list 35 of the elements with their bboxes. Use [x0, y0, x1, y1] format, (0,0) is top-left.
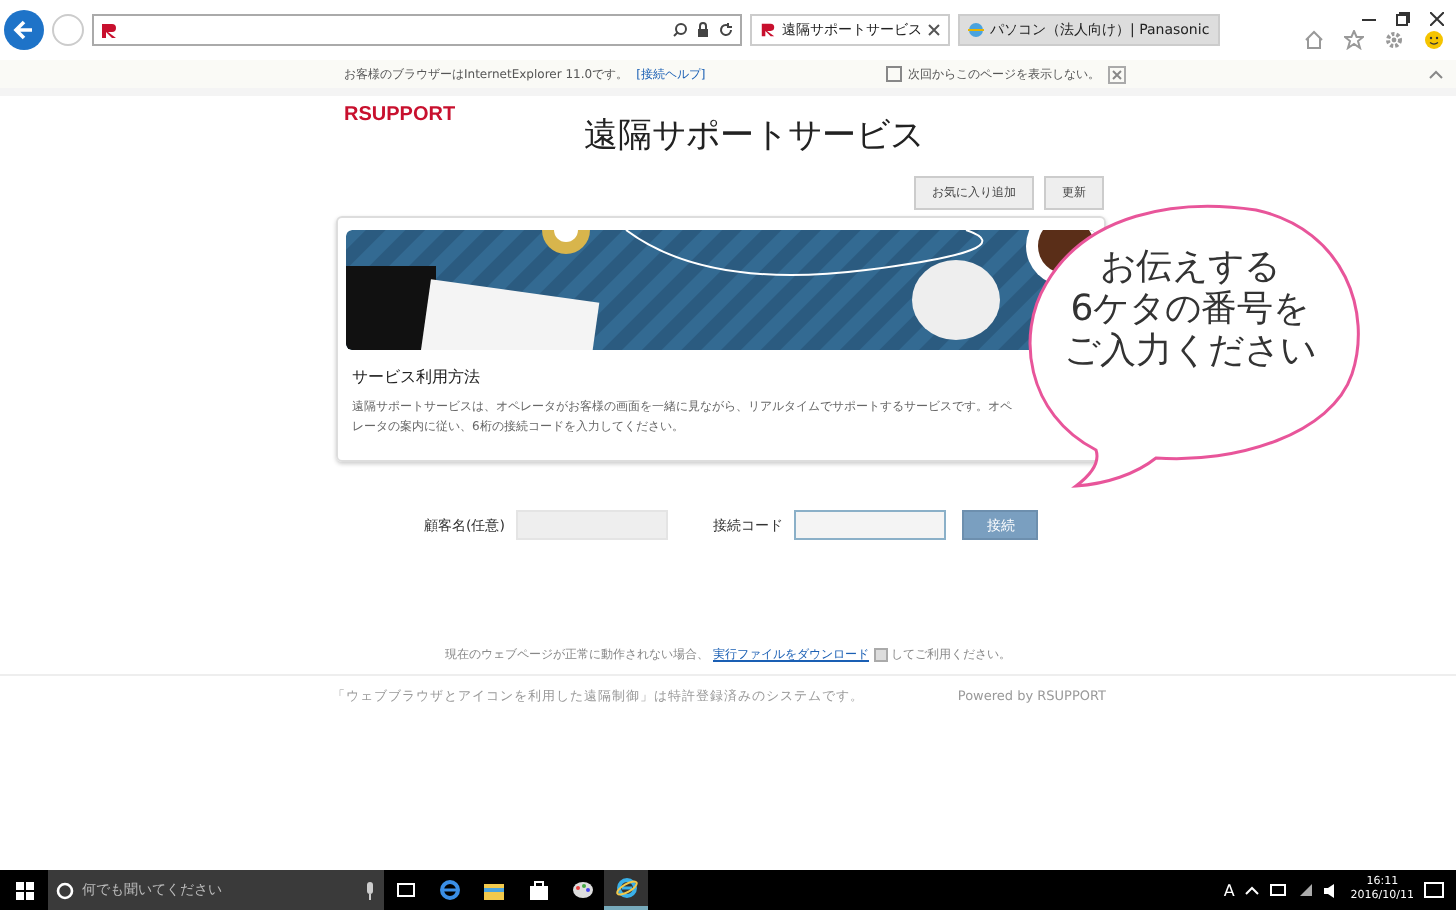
wifi-icon: [1298, 883, 1315, 897]
callout-text: 6ケタの番号を: [1070, 288, 1310, 330]
task-view-icon[interactable]: [396, 882, 416, 898]
page-title: 遠隔サポートサービス: [584, 114, 924, 158]
callout-text: ご入力ください: [1064, 330, 1316, 372]
circle-icon: [56, 881, 74, 899]
home-icon[interactable]: [1304, 29, 1324, 49]
callout-text: お伝えする: [1100, 246, 1280, 288]
input-field[interactable]: [794, 510, 947, 541]
site-logo-icon: [100, 21, 118, 39]
microphone-icon[interactable]: [364, 881, 376, 899]
back-button[interactable]: [4, 10, 44, 50]
checkbox[interactable]: [885, 66, 902, 82]
globe-icon: [968, 22, 984, 38]
notification-icon[interactable]: [1424, 881, 1444, 899]
rsupport-logo: RSUPPORT: [344, 104, 456, 126]
search-icon[interactable]: [672, 22, 688, 38]
shopping-bag-icon[interactable]: [529, 880, 547, 900]
site-logo-icon: [760, 22, 776, 38]
card-heading: サービス利用方法: [352, 366, 482, 388]
restore-icon[interactable]: [1396, 11, 1410, 25]
smiley-icon[interactable]: [1424, 29, 1444, 49]
folder-icon[interactable]: [484, 881, 504, 899]
close-icon[interactable]: [1430, 11, 1444, 25]
lock-icon: [696, 22, 710, 38]
ime-mode-text[interactable]: A: [1223, 881, 1235, 899]
internet-explorer-icon[interactable]: [615, 878, 637, 898]
paint-palette-icon[interactable]: [571, 880, 593, 900]
close-tab-icon[interactable]: [928, 24, 940, 36]
edge-browser-icon[interactable]: [440, 880, 460, 900]
back-arrow-icon: [12, 18, 36, 42]
windows-start-icon[interactable]: [15, 881, 33, 899]
refresh-icon[interactable]: [718, 22, 734, 38]
battery-icon: [1270, 884, 1289, 896]
star-icon[interactable]: [1344, 29, 1364, 49]
